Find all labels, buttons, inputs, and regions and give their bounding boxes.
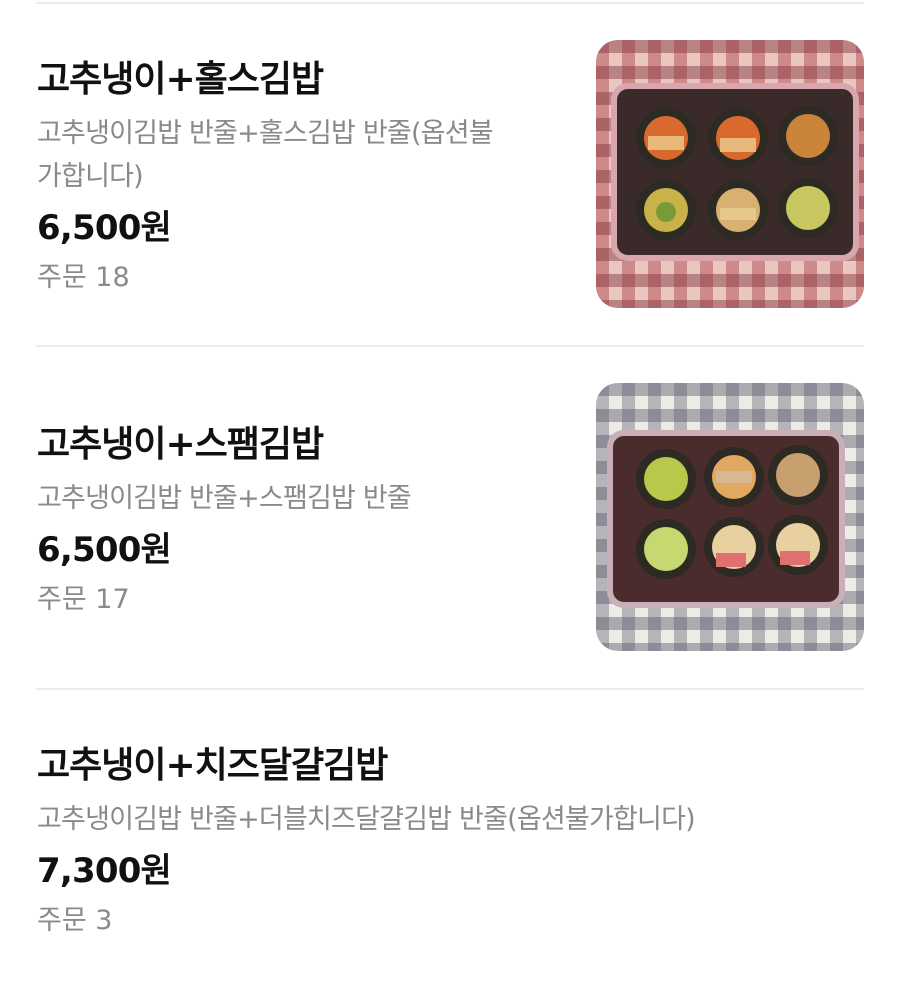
divider: [36, 688, 864, 690]
menu-item-order-count: 주문 17: [37, 584, 130, 615]
menu-item[interactable]: 고추냉이+홀스김밥 고추냉이김밥 반줄+홀스김밥 반줄(옵션불 가합니다) 6,…: [0, 40, 900, 340]
menu-item-price: 7,300원: [37, 851, 172, 891]
menu-item-name: 고추냉이+홀스김밥: [37, 59, 324, 100]
menu-item-description: 고추냉이김밥 반줄+스팸김밥 반줄: [37, 483, 412, 514]
menu-item-price: 6,500원: [37, 208, 172, 248]
kimbap-photo-icon[interactable]: [596, 40, 864, 308]
menu-item-description: 고추냉이김밥 반줄+홀스김밥 반줄(옵션불 가합니다): [37, 118, 494, 192]
menu-item[interactable]: 고추냉이+스팸김밥 고추냉이김밥 반줄+스팸김밥 반줄 6,500원 주문 17: [0, 383, 900, 683]
menu-item-order-count: 주문 18: [37, 262, 130, 293]
menu-item-description: 고추냉이김밥 반줄+더블치즈달걀김밥 반줄(옵션불가합니다): [37, 804, 696, 835]
kimbap-photo-icon[interactable]: [596, 383, 864, 651]
menu-item-price: 6,500원: [37, 530, 172, 570]
menu-item-name: 고추냉이+치즈달걀김밥: [37, 745, 388, 786]
divider: [36, 345, 864, 347]
menu-list: 고추냉이+홀스김밥 고추냉이김밥 반줄+홀스김밥 반줄(옵션불 가합니다) 6,…: [0, 0, 900, 981]
menu-item[interactable]: 고추냉이+치즈달걀김밥 고추냉이김밥 반줄+더블치즈달걀김밥 반줄(옵션불가합니…: [0, 726, 900, 966]
menu-item-name: 고추냉이+스팸김밥: [37, 424, 324, 465]
menu-item-order-count: 주문 3: [37, 905, 113, 936]
divider: [36, 2, 864, 4]
